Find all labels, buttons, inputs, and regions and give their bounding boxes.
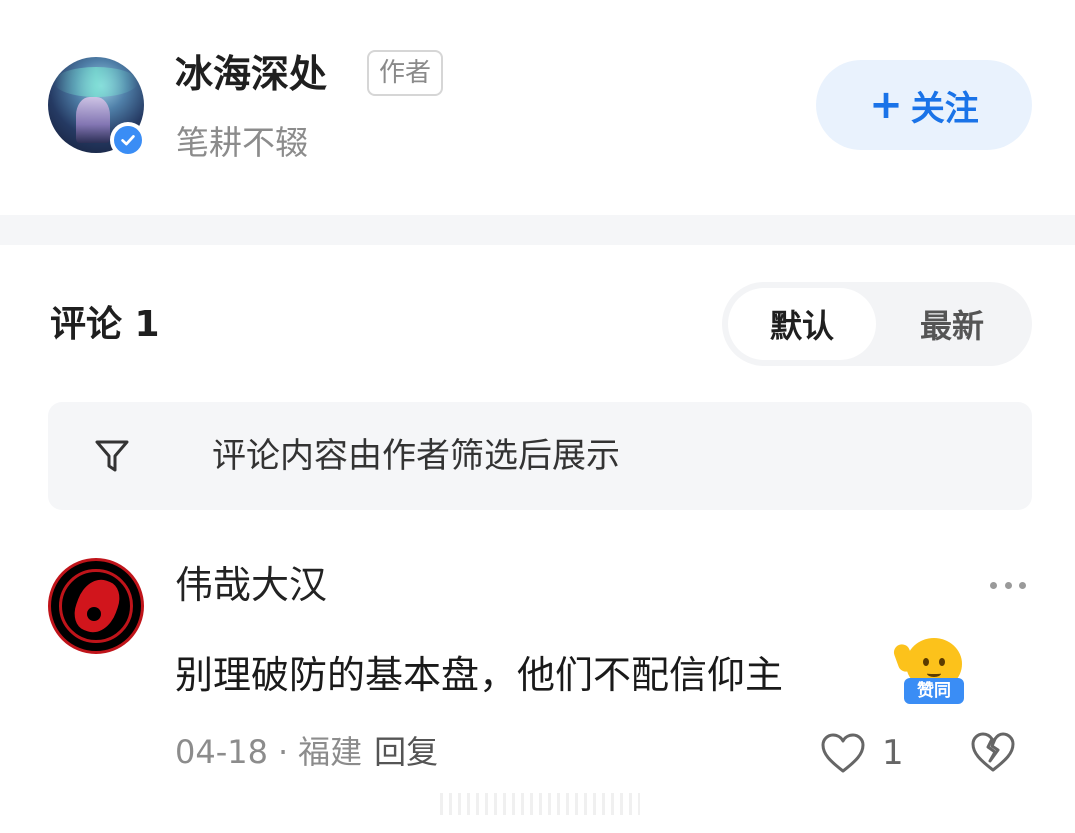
filter-notice-text: 评论内容由作者筛选后展示 [212, 436, 620, 476]
sort-option-default[interactable]: 默认 [728, 288, 876, 360]
author-tag-badge: 作者 [367, 50, 444, 96]
like-icon [821, 733, 865, 773]
like-count: 1 [882, 733, 904, 773]
dislike-icon[interactable] [970, 730, 1016, 774]
avatar-dot [87, 607, 101, 621]
comment-location: 福建 [298, 733, 363, 771]
more-dot [1004, 581, 1012, 589]
reply-button[interactable]: 回复 [374, 733, 438, 771]
comment-date: 04-18 [175, 733, 268, 771]
verified-icon [110, 122, 146, 158]
comments-title: 评论 1 [50, 304, 160, 345]
follow-label: 关注 [910, 88, 979, 129]
like-button[interactable]: 1 [820, 730, 904, 776]
sort-toggle: 默认 最新 [722, 282, 1032, 366]
follow-button[interactable]: + 关注 [816, 60, 1032, 150]
comment-meta: 04-18 · 福建 回复 [175, 728, 438, 776]
avatar-aurora [54, 67, 138, 97]
comment-text: 别理破防的基本盘，他们不配信仰主 [175, 653, 784, 697]
avatar-figure [76, 97, 110, 143]
commenter-avatar[interactable] [48, 558, 144, 654]
author-header: 冰海深处 作者 笔耕不辍 + 关注 [0, 0, 1075, 215]
emoji-label: 赞同 [904, 678, 964, 704]
emoji-eye [923, 658, 929, 666]
plus-icon: + [869, 82, 903, 128]
commenter-name[interactable]: 伟哉大汉 [175, 560, 327, 610]
meta-separator: · [277, 733, 289, 771]
bottom-indicator [440, 793, 640, 815]
author-name[interactable]: 冰海深处 [175, 50, 327, 98]
section-divider [0, 215, 1075, 245]
sort-option-latest[interactable]: 最新 [878, 288, 1026, 360]
filter-notice: 评论内容由作者筛选后展示 [48, 402, 1032, 510]
agree-emoji-sticker: 赞同 [891, 638, 966, 710]
more-dot [990, 581, 997, 589]
filter-icon [95, 440, 129, 472]
author-subtitle: 笔耕不辍 [176, 123, 308, 162]
more-icon[interactable] [990, 570, 1026, 600]
emoji-mouth [927, 670, 941, 677]
emoji-eye [939, 658, 945, 666]
more-dot [1019, 581, 1026, 589]
